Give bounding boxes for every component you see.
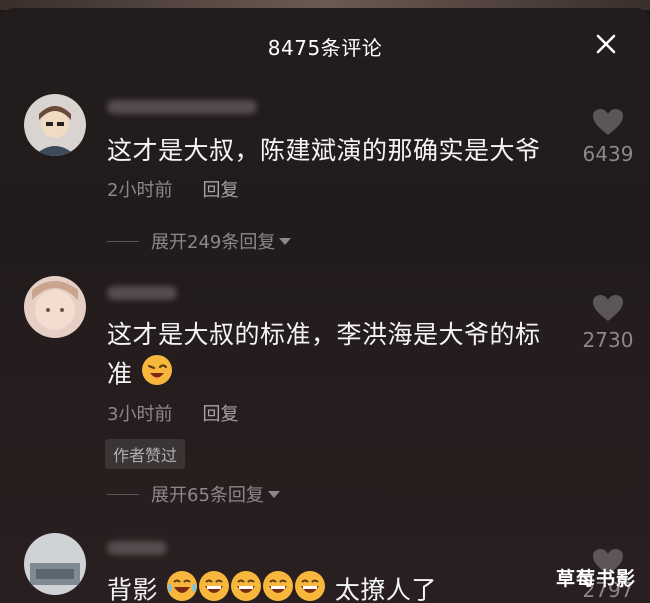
expand-replies-button[interactable]: 展开65条回复 [107,481,280,507]
close-icon [596,34,616,54]
reply-button[interactable]: 回复 [202,180,238,201]
avatar[interactable] [24,276,86,338]
comment-time: 2小时前 [107,180,173,201]
avatar[interactable] [24,94,86,156]
heart-icon[interactable] [592,294,624,322]
laughing-tears-emoji-icon [166,570,198,603]
comment-meta: 2小时前 回复 [107,176,238,202]
comment-text-tail: 准 [107,359,133,389]
comment-text-suffix: 太撩人了 [334,575,437,603]
comment-text: 这才是大叔的标准，李洪海是大爷的标 准 [107,316,567,397]
avatar-image [24,533,86,595]
chevron-down-icon [279,237,292,245]
reply-button[interactable]: 回复 [202,404,238,425]
watermark: 草莓书影 [555,568,636,590]
username-blurred[interactable] [107,541,167,555]
comments-count-title: 8475条评论 [267,36,383,60]
close-button[interactable] [594,32,618,56]
comments-sheet: 8475条评论 这才是大叔，陈建斌演的那确实是大爷 2小时前 回复 展开249条回… [0,8,650,603]
avatar[interactable] [24,533,86,595]
avatar-image [24,276,86,338]
grinning-emoji-icon [198,570,230,603]
comment-text: 背影 太撩人了 [107,570,567,603]
comment-meta: 3小时前 回复 [107,400,238,426]
chevron-down-icon [267,490,280,498]
wink-emoji-icon [141,354,173,397]
comment-text-line: 这才是大叔的标准，李洪海是大爷的标 [107,320,541,349]
like-column: 2730 [573,294,643,352]
grinning-emoji-icon [294,570,326,603]
like-count: 6439 [582,142,634,166]
expand-replies-label: 展开249条回复 [151,232,276,253]
grinning-emoji-icon [230,570,262,603]
divider-line [107,493,139,495]
like-count: 2730 [582,328,634,352]
comment-time: 3小时前 [107,404,173,425]
comment-text-prefix: 背影 [107,575,159,603]
like-column: 6439 [573,108,643,166]
author-liked-badge: 作者赞过 [105,439,186,469]
grinning-emoji-icon [262,570,294,603]
username-blurred[interactable] [107,286,177,300]
heart-icon[interactable] [592,108,624,136]
expand-replies-button[interactable]: 展开249条回复 [107,228,292,254]
comment-text-line-2: 准 [107,354,567,397]
divider-line [107,240,139,242]
avatar-image [24,94,86,156]
expand-replies-label: 展开65条回复 [151,485,264,506]
username-blurred[interactable] [107,100,257,114]
comment-text: 这才是大叔，陈建斌演的那确实是大爷 [107,136,541,165]
